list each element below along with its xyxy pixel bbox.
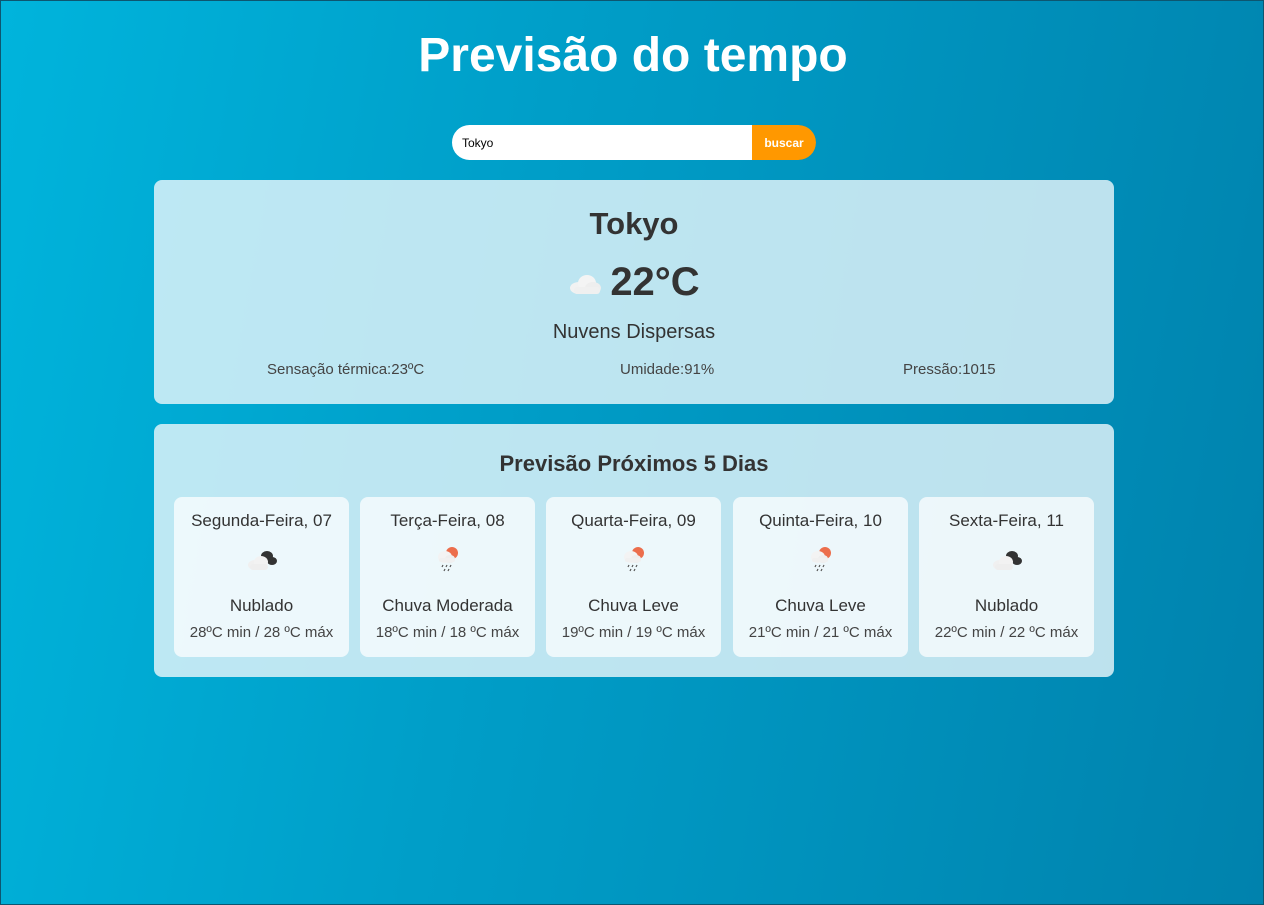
- forecast-card: Previsão Próximos 5 Dias Segunda-Feira, …: [154, 424, 1114, 677]
- forecast-day-name: Quinta-Feira, 10: [759, 511, 882, 530]
- forecast-day-card: Segunda-Feira, 07 Nublado 28ºC min / 28 …: [174, 497, 349, 657]
- page-title: Previsão do tempo: [418, 29, 848, 82]
- broken-clouds-icon: [247, 551, 277, 570]
- forecast-day-card: Sexta-Feira, 11 Nublado 22ºC min / 22 ºC…: [919, 497, 1094, 657]
- forecast-day-name: Quarta-Feira, 09: [571, 511, 696, 530]
- forecast-day-card: Terça-Feira, 08 Chuva Moderada 18ºC min …: [360, 497, 535, 657]
- forecast-day-card: Quarta-Feira, 09 Chuva Leve 19ºC min / 1…: [546, 497, 721, 657]
- search-button[interactable]: buscar: [752, 125, 816, 160]
- forecast-day-description: Chuva Moderada: [382, 596, 513, 615]
- feels-like: Sensação térmica:23ºC: [267, 361, 425, 378]
- current-weather-card: Tokyo 22°C Nuvens Dispersas Sensação tér…: [154, 180, 1114, 404]
- forecast-day-temps: 28ºC min / 28 ºC máx: [189, 624, 334, 641]
- forecast-day-description: Nublado: [974, 596, 1039, 615]
- temperature-row: 22°C: [154, 258, 1114, 306]
- cloud-icon: [570, 275, 602, 294]
- forecast-day-card: Quinta-Feira, 10 Chuva Leve 21ºC min / 2…: [733, 497, 908, 657]
- forecast-day-name: Terça-Feira, 08: [390, 511, 505, 530]
- search-input[interactable]: [452, 125, 752, 160]
- broken-clouds-icon: [992, 551, 1022, 570]
- city-name: Tokyo: [589, 206, 679, 241]
- forecast-day-temps: 21ºC min / 21 ºC máx: [748, 624, 893, 641]
- forecast-day-description: Nublado: [229, 596, 294, 615]
- sun-rain-icon: [437, 547, 458, 572]
- sun-rain-icon: [810, 547, 831, 572]
- forecast-day-temps: 22ºC min / 22 ºC máx: [934, 624, 1079, 641]
- forecast-day-description: Chuva Leve: [588, 596, 679, 615]
- search-bar: buscar: [452, 125, 816, 160]
- forecast-day-temps: 19ºC min / 19 ºC máx: [561, 624, 706, 641]
- forecast-title: Previsão Próximos 5 Dias: [499, 451, 769, 476]
- forecast-day-name: Sexta-Feira, 11: [949, 511, 1064, 530]
- humidity: Umidade:91%: [620, 361, 715, 378]
- forecast-day-name: Segunda-Feira, 07: [191, 511, 332, 530]
- weather-description: Nuvens Dispersas: [552, 321, 716, 343]
- sun-rain-icon: [623, 547, 644, 572]
- current-temperature: 22°C: [610, 260, 700, 304]
- forecast-day-description: Chuva Leve: [775, 596, 866, 615]
- pressure: Pressão:1015: [903, 361, 996, 378]
- forecast-day-temps: 18ºC min / 18 ºC máx: [375, 624, 520, 641]
